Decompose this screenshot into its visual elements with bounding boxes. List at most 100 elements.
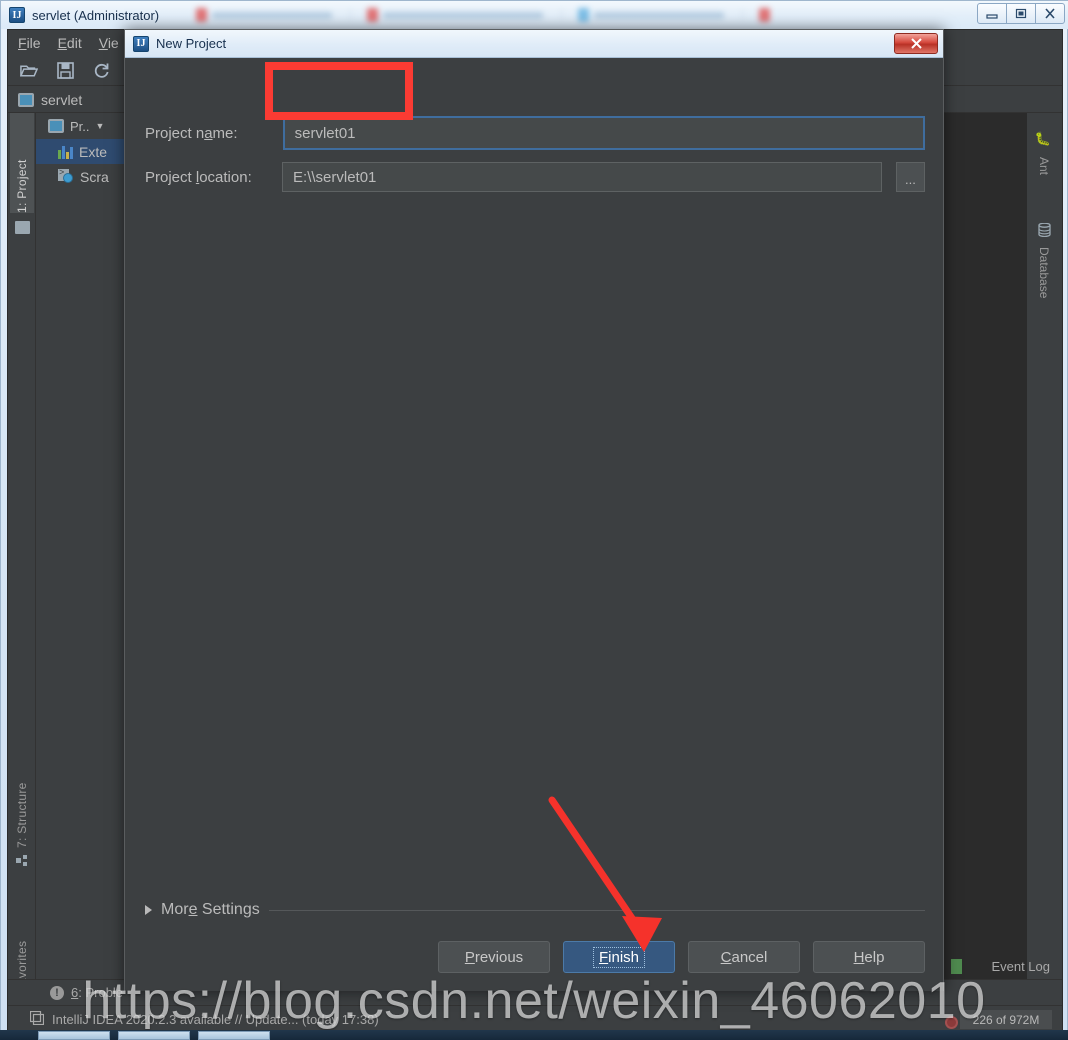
divider <box>268 909 925 911</box>
tree-item-external-libraries[interactable]: Exte <box>36 139 127 164</box>
sidebar-item-ant[interactable]: 🐛 Ant <box>1032 131 1056 175</box>
label-pre: Project <box>145 168 196 186</box>
label-pre: Mor <box>161 901 189 918</box>
menu-edit-mnemonic: E <box>57 35 67 51</box>
tab-title-blur <box>383 11 543 19</box>
dialog-body: Project name: servlet01 Project location… <box>125 58 943 991</box>
breadcrumb-project-name[interactable]: servlet <box>41 92 82 108</box>
browse-location-button[interactable]: ... <box>895 162 925 192</box>
favicon-icon <box>367 8 378 22</box>
label-pre: Project n <box>145 124 205 142</box>
minimize-button[interactable] <box>977 3 1007 24</box>
tool-tab-label-structure: 7: Structure <box>15 782 29 848</box>
open-folder-icon[interactable] <box>20 62 38 80</box>
update-notification-text[interactable]: IntelliJ IDEA 2020.2.3 available // Upda… <box>52 1012 379 1027</box>
tab-divider <box>350 9 351 21</box>
screenshot-root: IJ servlet (Administrator) File Edit Vie… <box>0 0 1068 1040</box>
background-tab <box>578 8 724 22</box>
chevron-down-icon: ▼ <box>95 121 105 131</box>
close-button[interactable] <box>1035 3 1065 24</box>
window-title: servlet (Administrator) <box>32 7 160 23</box>
event-log-label[interactable]: Event Log <box>991 959 1050 974</box>
favicon-icon <box>759 8 770 22</box>
button-mnemonic: P <box>464 948 475 966</box>
menu-item-view[interactable]: Vie <box>99 35 119 51</box>
dialog-title: New Project <box>156 36 227 51</box>
more-settings-label: More Settings <box>161 901 260 919</box>
project-location-label: Project location: <box>145 169 261 186</box>
button-label-rest: ancel <box>731 948 768 966</box>
button-label-rest: revious <box>474 948 524 966</box>
chevron-right-icon <box>145 905 152 915</box>
button-label-rest: inish <box>608 948 640 966</box>
structure-icon <box>16 855 29 873</box>
sidebar-item-project[interactable]: 1: Project <box>10 113 34 213</box>
tab-title-blur <box>212 11 332 19</box>
menu-item-file[interactable]: File <box>18 35 41 51</box>
menu-edit-rest: dit <box>66 35 82 51</box>
project-name-input[interactable]: servlet01 <box>282 116 925 150</box>
tab-divider <box>742 9 743 21</box>
event-log-icon <box>951 959 962 974</box>
help-button[interactable]: Help <box>813 941 925 973</box>
menu-item-edit[interactable]: Edit <box>58 35 82 51</box>
menu-file-mnemonic: F <box>18 35 27 51</box>
right-tool-strip: 🐛 Ant Database <box>1026 113 1062 990</box>
project-name-row: Project name: servlet01 <box>145 116 925 150</box>
project-location-row: Project location: E:\\servlet01 ... <box>145 162 925 192</box>
intellij-idea-icon: IJ <box>9 7 25 23</box>
button-mnemonic: C <box>720 948 732 966</box>
menu-view-mnemonic: V <box>98 35 108 51</box>
tool-tab-label-project: 1: Project <box>15 159 29 213</box>
left-tool-strip: 1: Project 7: Structure 2: Favorites ★ <box>8 113 36 1032</box>
record-indicator-icon <box>945 1016 958 1029</box>
tree-item-label: Exte <box>79 143 108 160</box>
status-widget-icon[interactable] <box>29 1010 45 1028</box>
warning-icon: ! <box>50 985 64 1000</box>
dialog-button-bar: Previous Finish Cancel Help <box>438 941 925 973</box>
tool-tab-label-database: Database <box>1037 247 1051 299</box>
menu-file-rest: ile <box>26 35 41 51</box>
main-status-bar: IntelliJ IDEA 2020.2.3 available // Upda… <box>8 1005 1062 1032</box>
memory-indicator[interactable]: 226 of 972M <box>960 1010 1052 1029</box>
tree-item-label: Scra <box>80 168 109 185</box>
folder-icon <box>15 221 30 234</box>
maximize-button[interactable] <box>1006 3 1036 24</box>
previous-button[interactable]: Previous <box>438 941 550 973</box>
tree-item-scratches[interactable]: Scra <box>36 164 127 189</box>
problems-text: : Proble <box>78 985 124 1000</box>
problems-label[interactable]: 6: Proble <box>71 985 123 1000</box>
taskbar-item[interactable] <box>38 1031 110 1040</box>
save-icon[interactable] <box>56 62 74 80</box>
tab-title-blur <box>594 11 724 19</box>
intellij-idea-icon: IJ <box>133 35 149 52</box>
label-post: me: <box>212 124 238 142</box>
menu-view-rest: ie <box>107 35 119 51</box>
sidebar-item-structure[interactable]: 7: Structure <box>10 738 34 848</box>
window-controls <box>977 3 1065 24</box>
project-name-label: Project name: <box>145 125 263 142</box>
project-view-selector[interactable]: Pr.. ▼ <box>36 113 127 139</box>
background-tab <box>759 8 770 22</box>
dialog-titlebar[interactable]: IJ New Project <box>125 30 943 58</box>
favicon-icon <box>578 8 589 22</box>
project-location-input[interactable]: E:\\servlet01 <box>282 162 882 192</box>
button-mnemonic: H <box>853 948 865 966</box>
dialog-close-button[interactable] <box>894 33 938 54</box>
background-tab <box>196 8 332 22</box>
tool-tab-label-ant: Ant <box>1037 156 1051 175</box>
background-tab <box>367 8 543 22</box>
label-post: Settings <box>197 901 260 918</box>
sidebar-item-database[interactable]: Database <box>1032 222 1056 299</box>
taskbar-item[interactable] <box>198 1031 270 1040</box>
tab-divider <box>561 9 562 21</box>
cancel-button[interactable]: Cancel <box>688 941 800 973</box>
finish-button[interactable]: Finish <box>563 941 675 973</box>
button-label-rest: elp <box>864 948 885 966</box>
window-titlebar[interactable]: IJ servlet (Administrator) <box>1 1 1068 29</box>
sync-refresh-icon[interactable] <box>92 62 110 80</box>
taskbar-item[interactable] <box>118 1031 190 1040</box>
more-settings-section[interactable]: More Settings <box>145 901 925 919</box>
external-libraries-icon <box>58 145 73 159</box>
module-icon <box>18 92 34 107</box>
